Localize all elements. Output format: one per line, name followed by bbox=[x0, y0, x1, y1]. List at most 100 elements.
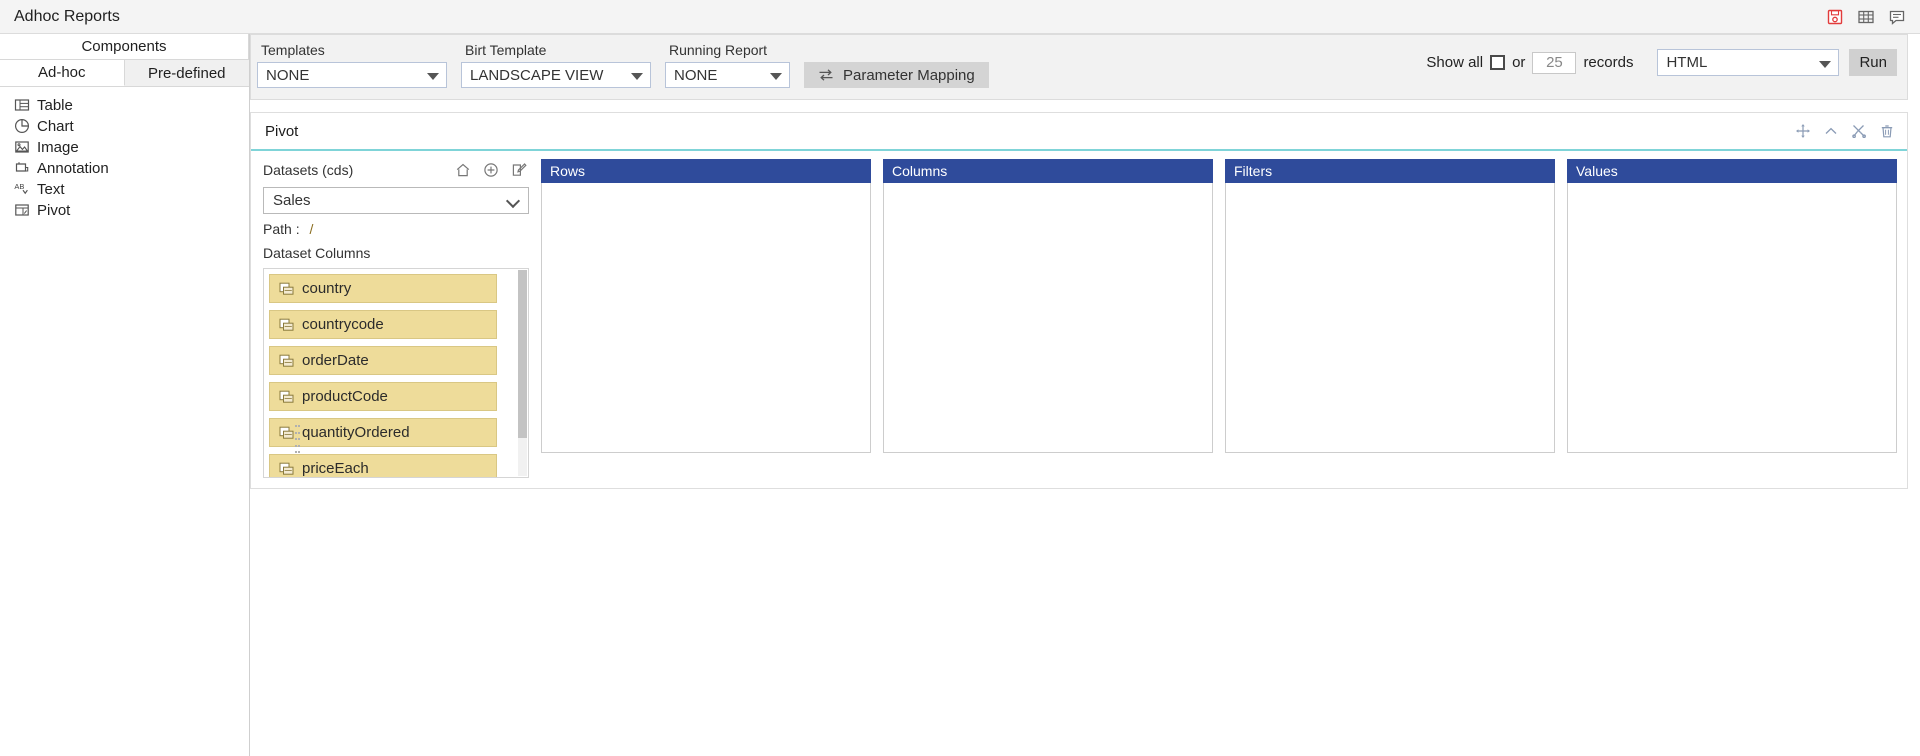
add-circle-icon[interactable] bbox=[483, 162, 499, 178]
tab-ad-hoc[interactable]: Ad-hoc bbox=[0, 60, 125, 86]
parameter-mapping-label: Parameter Mapping bbox=[843, 66, 975, 84]
scrollbar-thumb[interactable] bbox=[518, 270, 527, 438]
component-item-pivot[interactable]: Pivot bbox=[14, 200, 249, 220]
component-item-annotation[interactable]: Annotation bbox=[14, 158, 249, 178]
templates-group: Templates NONE bbox=[257, 42, 447, 88]
column-field-icon bbox=[279, 426, 294, 440]
pivot-widget-header: Pivot bbox=[251, 113, 1907, 149]
birt-template-select[interactable]: LANDSCAPE VIEW bbox=[461, 62, 651, 88]
birt-template-value: LANDSCAPE VIEW bbox=[470, 66, 604, 84]
chevron-down-icon bbox=[770, 73, 782, 80]
component-item-text[interactable]: AB Text bbox=[14, 179, 249, 199]
component-item-table[interactable]: Table bbox=[14, 95, 249, 115]
dataset-path-value: / bbox=[309, 221, 314, 237]
pivot-widget-title: Pivot bbox=[265, 122, 299, 140]
grid-view-icon[interactable] bbox=[1857, 8, 1875, 26]
pivot-widget-tools bbox=[1795, 113, 1895, 149]
zone-values-dropzone[interactable] bbox=[1567, 183, 1897, 453]
home-icon[interactable] bbox=[455, 162, 471, 178]
zone-filters-dropzone[interactable] bbox=[1225, 183, 1555, 453]
dataset-column-chip[interactable]: countrycode bbox=[269, 310, 497, 339]
chevron-down-icon bbox=[1819, 60, 1832, 68]
pivot-widget-body: Datasets (cds) Sales Path: / Dataset Co… bbox=[251, 149, 1907, 488]
datasets-heading: Datasets (cds) bbox=[263, 162, 354, 178]
component-item-image[interactable]: Image bbox=[14, 137, 249, 157]
edit-icon[interactable] bbox=[511, 162, 527, 178]
zone-rows-dropzone[interactable] bbox=[541, 183, 871, 453]
or-label: or bbox=[1512, 54, 1526, 71]
zone-columns-dropzone[interactable] bbox=[883, 183, 1213, 453]
dataset-column-label: orderDate bbox=[302, 352, 369, 369]
show-all-checkbox[interactable] bbox=[1490, 55, 1506, 70]
collapse-chevron-icon[interactable] bbox=[1823, 123, 1839, 139]
sidebar-splitter-handle[interactable] bbox=[295, 425, 301, 455]
pie-chart-icon bbox=[14, 118, 30, 134]
annotation-icon bbox=[14, 160, 30, 176]
running-report-label: Running Report bbox=[669, 42, 768, 58]
dataset-column-chip[interactable]: productCode bbox=[269, 382, 497, 411]
column-field-icon bbox=[279, 318, 294, 332]
main-layout: Components Ad-hoc Pre-defined Table Char… bbox=[0, 34, 1920, 756]
zone-rows-header: Rows bbox=[541, 159, 871, 183]
column-field-icon bbox=[279, 390, 294, 404]
dataset-selected-value: Sales bbox=[273, 192, 311, 209]
dataset-path-label: Path : bbox=[263, 221, 300, 237]
zone-columns: Columns bbox=[883, 159, 1213, 453]
records-input[interactable] bbox=[1532, 51, 1577, 74]
running-report-select[interactable]: NONE bbox=[665, 62, 790, 88]
dataset-column-label: quantityOrdered bbox=[302, 424, 410, 441]
image-icon bbox=[14, 139, 30, 155]
zone-filters: Filters bbox=[1225, 159, 1555, 453]
zone-values: Values bbox=[1567, 159, 1897, 453]
zone-rows: Rows bbox=[541, 159, 871, 453]
show-all-label: Show all bbox=[1426, 54, 1484, 71]
dataset-columns-list: country countrycode orderDate productCod… bbox=[263, 268, 529, 478]
save-report-icon[interactable] bbox=[1826, 8, 1844, 26]
pivot-icon bbox=[14, 202, 30, 218]
dataset-column-chip[interactable]: quantityOrdered bbox=[269, 418, 497, 447]
run-button[interactable]: Run bbox=[1849, 49, 1897, 76]
zone-values-header: Values bbox=[1567, 159, 1897, 183]
components-sidebar: Components Ad-hoc Pre-defined Table Char… bbox=[0, 34, 250, 756]
dataset-column-chip[interactable]: orderDate bbox=[269, 346, 497, 375]
pivot-widget: Pivot Datasets (cds) Sales Path: / Data… bbox=[250, 112, 1908, 489]
dataset-columns-scrollbar[interactable] bbox=[518, 270, 527, 476]
birt-template-label: Birt Template bbox=[465, 42, 547, 58]
templates-label: Templates bbox=[261, 42, 325, 58]
component-item-label: Chart bbox=[37, 117, 74, 135]
svg-text:AB: AB bbox=[14, 182, 24, 191]
text-icon: AB bbox=[14, 181, 30, 197]
templates-select[interactable]: NONE bbox=[257, 62, 447, 88]
output-format-value: HTML bbox=[1666, 54, 1708, 71]
datasets-actions bbox=[455, 159, 527, 181]
show-all-group: Show all or records bbox=[1426, 51, 1633, 74]
pivot-drop-zones: Rows Columns Filters Values bbox=[541, 159, 1897, 453]
chevron-down-icon bbox=[427, 73, 439, 80]
component-item-chart[interactable]: Chart bbox=[14, 116, 249, 136]
main-content: Templates NONE Birt Template LANDSCAPE V… bbox=[250, 34, 1920, 756]
component-list: Table Chart Image Annotation AB Text Piv… bbox=[0, 87, 249, 220]
dataset-columns-label: Dataset Columns bbox=[263, 245, 371, 261]
move-icon[interactable] bbox=[1795, 123, 1811, 139]
dataset-select[interactable]: Sales bbox=[263, 187, 529, 214]
component-item-label: Image bbox=[37, 138, 79, 156]
comment-icon[interactable] bbox=[1888, 8, 1906, 26]
birt-template-group: Birt Template LANDSCAPE VIEW bbox=[461, 42, 651, 88]
component-item-label: Table bbox=[37, 96, 73, 114]
toolbar-right-group: Show all or records HTML Run bbox=[1426, 49, 1897, 76]
table-icon bbox=[14, 97, 30, 113]
dataset-column-chip[interactable]: country bbox=[269, 274, 497, 303]
chevron-down-icon bbox=[505, 193, 521, 209]
dataset-column-label: productCode bbox=[302, 388, 388, 405]
dataset-column-chip[interactable]: priceEach bbox=[269, 454, 497, 477]
parameter-mapping-button[interactable]: Parameter Mapping bbox=[804, 62, 989, 88]
output-format-select[interactable]: HTML bbox=[1657, 49, 1840, 76]
title-bar: Adhoc Reports bbox=[0, 0, 1920, 34]
delete-icon[interactable] bbox=[1879, 123, 1895, 139]
components-header: Components bbox=[0, 34, 249, 60]
dataset-column-label: priceEach bbox=[302, 460, 369, 477]
tools-icon[interactable] bbox=[1851, 123, 1867, 139]
dataset-path: Path : / bbox=[263, 221, 529, 237]
tab-pre-defined[interactable]: Pre-defined bbox=[124, 60, 249, 86]
component-item-label: Text bbox=[37, 180, 65, 198]
